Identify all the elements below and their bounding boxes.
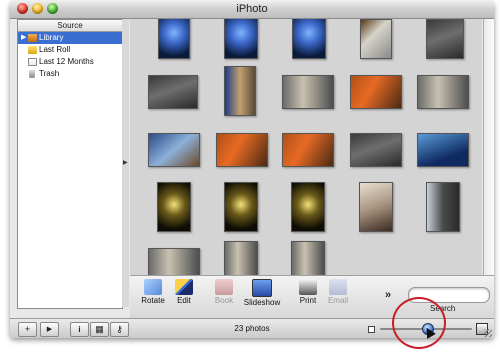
book-icon: [215, 279, 233, 295]
iphoto-window: iPhoto Source ▶ Library Last Roll Last 1…: [10, 0, 494, 338]
photo-thumbnail[interactable]: [350, 75, 402, 109]
edit-button[interactable]: Edit: [164, 279, 204, 305]
photo-thumbnail[interactable]: [148, 248, 200, 275]
keyword-button[interactable]: ⚷: [110, 322, 129, 337]
sidebar-item-label: Last 12 Months: [39, 57, 94, 66]
photo-thumbnail[interactable]: [426, 19, 464, 59]
slideshow-icon: [252, 279, 272, 297]
email-label: Email: [327, 296, 348, 305]
photo-thumbnail[interactable]: [350, 133, 402, 167]
book-label: Book: [214, 296, 234, 305]
sidebar-item-trash[interactable]: Trash: [18, 68, 122, 80]
sidebar-item-label: Trash: [39, 69, 60, 78]
calendar-button[interactable]: ▦: [90, 322, 109, 337]
photo-thumbnail[interactable]: [157, 182, 191, 232]
source-list: Source ▶ Library Last Roll Last 12 Month…: [17, 19, 123, 309]
resize-grip-icon[interactable]: [484, 329, 492, 337]
photo-thumbnail[interactable]: [224, 19, 258, 59]
sidebar-item-last-12-months[interactable]: Last 12 Months: [18, 56, 122, 68]
photo-thumbnail[interactable]: [148, 133, 200, 167]
email-icon: [329, 279, 347, 295]
photo-thumbnail[interactable]: [158, 19, 190, 59]
edit-label: Edit: [177, 296, 191, 305]
sidebar-item-label: Library: [39, 33, 64, 42]
search-input[interactable]: [408, 287, 490, 303]
photo-thumbnail[interactable]: [282, 133, 334, 167]
vertical-scrollbar[interactable]: [483, 19, 494, 275]
sidebar-item-label: Last Roll: [39, 45, 71, 54]
photo-thumbnail[interactable]: [360, 19, 392, 59]
photo-thumbnail[interactable]: [148, 75, 198, 109]
edit-toolbar: Rotate Edit Book Slideshow Print Email »…: [130, 275, 494, 319]
book-button[interactable]: Book: [204, 279, 244, 305]
photo-thumbnail[interactable]: [224, 182, 258, 232]
photo-thumbnail[interactable]: [291, 241, 325, 275]
edit-icon: [175, 279, 193, 295]
photo-thumbnail[interactable]: [292, 19, 326, 59]
photo-thumbnail[interactable]: [282, 75, 334, 109]
sidebar-item-last-roll[interactable]: Last Roll: [18, 44, 122, 56]
info-button[interactable]: i: [70, 322, 89, 337]
photo-thumbnail[interactable]: [359, 182, 393, 232]
window-title: iPhoto: [236, 3, 268, 15]
calendar-icon: ▦: [95, 324, 104, 334]
rotate-icon: [144, 279, 162, 295]
photo-thumbnail[interactable]: [224, 241, 258, 275]
trash-icon: [29, 70, 35, 78]
zoom-small-icon: [368, 326, 375, 333]
library-icon: [28, 34, 37, 42]
email-button[interactable]: Email: [318, 279, 358, 305]
add-album-button[interactable]: +: [18, 322, 37, 337]
more-tools-chevron-icon[interactable]: »: [385, 289, 391, 301]
photo-grid[interactable]: [130, 19, 482, 275]
slideshow-label: Slideshow: [243, 298, 281, 307]
key-icon: ⚷: [116, 324, 123, 334]
calendar-icon: [28, 58, 37, 66]
pane-splitter[interactable]: ▶: [122, 19, 129, 307]
film-roll-icon: [28, 46, 37, 54]
bottom-bar: + ▶ i ▦ ⚷ 23 photos: [10, 318, 494, 338]
slideshow-button[interactable]: Slideshow: [242, 279, 282, 307]
splitter-arrow-icon: ▶: [123, 160, 128, 166]
title-bar[interactable]: iPhoto: [10, 0, 494, 19]
play-slideshow-button[interactable]: ▶: [40, 322, 59, 337]
photo-thumbnail[interactable]: [417, 75, 469, 109]
search-label: Search: [430, 304, 456, 313]
photo-thumbnail[interactable]: [426, 182, 460, 232]
photo-thumbnail[interactable]: [417, 133, 469, 167]
source-header: Source: [18, 20, 122, 32]
sidebar-item-library[interactable]: ▶ Library: [18, 32, 122, 44]
disclosure-triangle-icon[interactable]: ▶: [21, 32, 26, 44]
photo-thumbnail[interactable]: [291, 182, 325, 232]
photo-thumbnail[interactable]: [216, 133, 268, 167]
printer-icon: [299, 279, 317, 295]
photo-thumbnail[interactable]: [224, 66, 256, 116]
